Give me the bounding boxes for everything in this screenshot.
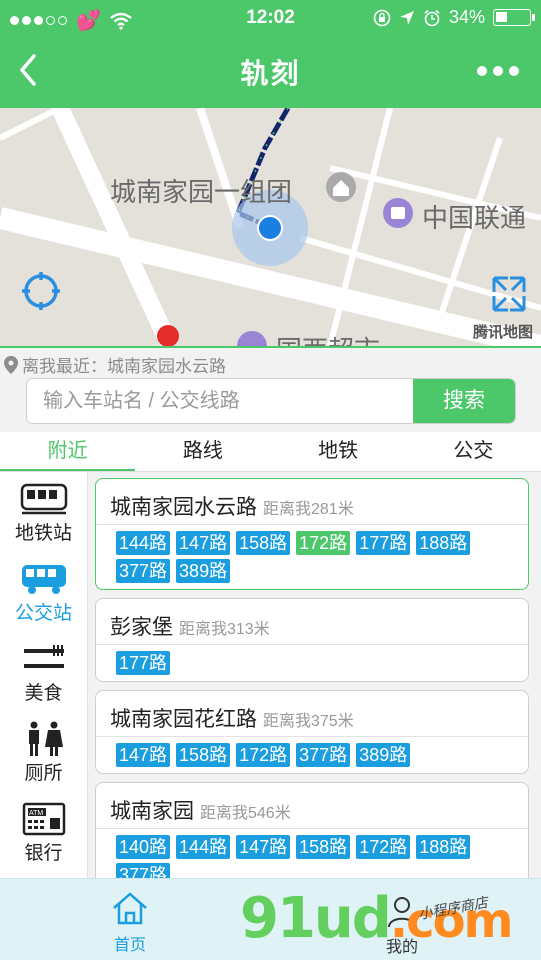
station-name: 彭家堡 (110, 616, 173, 639)
route-tags: 177路 (96, 645, 528, 681)
category-bus[interactable]: 公交站 (0, 552, 87, 632)
route-tag[interactable]: 188路 (416, 531, 471, 555)
route-tag[interactable]: 377路 (296, 743, 351, 767)
nav-bar: 轨刻 (0, 36, 541, 108)
route-tag[interactable]: 389路 (356, 743, 411, 767)
category-subway[interactable]: 地铁站 (0, 472, 87, 552)
route-tag-highlighted[interactable]: 172路 (296, 531, 351, 555)
route-tag[interactable]: 177路 (356, 531, 411, 555)
more-menu-icon[interactable] (477, 66, 519, 76)
search-button[interactable]: 搜索 (413, 379, 515, 423)
route-tag[interactable]: 377路 (116, 559, 171, 583)
station-card[interactable]: 城南家园 距离我546米 140路 144路 147路 158路 172路 188… (95, 782, 529, 878)
toilet-icon (28, 721, 63, 756)
bottom-tab-label: 首页 (113, 937, 146, 954)
home-icon (113, 892, 147, 925)
location-pin-icon (4, 355, 18, 374)
atm-icon: ATM (22, 802, 65, 836)
category-label: 银行 (24, 843, 63, 864)
route-tag[interactable]: 172路 (356, 835, 411, 859)
route-tag[interactable]: 188路 (416, 835, 471, 859)
fullscreen-icon[interactable] (490, 274, 528, 312)
search-input[interactable] (27, 379, 415, 423)
subway-icon (20, 483, 67, 515)
station-name: 城南家园水云路 (110, 496, 257, 519)
map-brand: 腾讯地图 (472, 324, 533, 341)
status-right: 34% (373, 7, 535, 28)
station-distance: 距离我281米 (263, 501, 354, 518)
battery-icon (493, 9, 535, 26)
locate-icon[interactable] (22, 272, 62, 312)
alarm-icon (424, 9, 440, 26)
route-tags: 140路 144路 147路 158路 172路 188路 377路 (96, 829, 528, 878)
battery-percent: 34% (448, 7, 485, 27)
map-label-supermarket: 国西超市 (276, 330, 380, 346)
location-arrow-icon (399, 10, 414, 25)
route-tag[interactable]: 177路 (116, 651, 171, 675)
category-label: 地铁站 (14, 523, 72, 544)
tab-routes[interactable]: 路线 (135, 432, 270, 471)
route-tags: 144路 147路 158路 172路 177路 188路 377路 389路 (96, 525, 528, 589)
route-tag[interactable]: 147路 (116, 743, 171, 767)
category-label: 美食 (24, 683, 63, 704)
tab-nearby[interactable]: 附近 (0, 432, 136, 471)
route-tag[interactable]: 158路 (236, 531, 291, 555)
svg-text:ATM: ATM (29, 810, 43, 817)
tab-subway[interactable]: 地铁 (271, 432, 406, 471)
status-bar: 💕 12:02 34% (0, 0, 541, 36)
route-tag[interactable]: 158路 (296, 835, 351, 859)
route-tag[interactable]: 147路 (176, 531, 231, 555)
search-box: 搜索 (26, 378, 516, 424)
food-icon (23, 645, 64, 668)
category-label: 公交站 (14, 603, 72, 624)
station-card[interactable]: 城南家园花红路 距离我375米 147路 158路 172路 377路 389路 (95, 690, 529, 774)
nearest-panel: 离我最近：城南家园水云路 搜索 (0, 346, 541, 432)
route-tags: 147路 158路 172路 377路 389路 (96, 737, 528, 773)
route-tag[interactable]: 377路 (116, 863, 171, 878)
route-tag[interactable]: 140路 (116, 835, 171, 859)
route-tag[interactable]: 144路 (176, 835, 231, 859)
route-tag[interactable]: 144路 (116, 531, 171, 555)
map-view[interactable]: 城南家园一组团 中国联通 国西超市 腾讯地图 (0, 108, 541, 346)
tab-bus[interactable]: 公交 (406, 432, 541, 471)
category-bank[interactable]: ATM 银行 (0, 792, 87, 872)
category-toilet[interactable]: 厕所 (0, 712, 87, 792)
bus-icon (21, 565, 66, 594)
nearest-text: 离我最近：城南家园水云路 (22, 357, 226, 376)
nearest-info: 离我最近：城南家园水云路 (4, 352, 226, 377)
map-label-unicom: 中国联通 (422, 203, 527, 233)
station-distance: 距离我375米 (263, 713, 354, 730)
route-tag[interactable]: 172路 (236, 743, 291, 767)
lock-rotation-icon (373, 9, 391, 26)
category-sidebar: 地铁站 公交站 美食 厕所 ATM 银行 (0, 472, 88, 878)
tab-bar: 附近 路线 地铁 公交 (0, 432, 541, 472)
station-name: 城南家园 (110, 800, 194, 823)
category-food[interactable]: 美食 (0, 632, 87, 712)
station-distance: 距离我546米 (200, 805, 291, 822)
station-card[interactable]: 城南家园水云路 距离我281米 144路 147路 158路 172路 177路 … (95, 478, 529, 590)
route-tag[interactable]: 389路 (176, 559, 231, 583)
route-tag[interactable]: 158路 (176, 743, 231, 767)
page-title: 轨刻 (240, 58, 301, 89)
category-label: 厕所 (24, 763, 63, 784)
map-label-community: 城南家园一组团 (110, 177, 293, 207)
station-name: 城南家园花红路 (110, 708, 257, 731)
top-bar: 💕 12:02 34% 轨刻 (0, 0, 541, 108)
route-tag[interactable]: 147路 (236, 835, 291, 859)
bottom-tab-home[interactable]: 首页 (110, 890, 150, 955)
station-distance: 距离我313米 (179, 621, 270, 638)
station-list[interactable]: 城南家园水云路 距离我281米 144路 147路 158路 172路 177路 … (88, 472, 541, 878)
station-card[interactable]: 彭家堡 距离我313米 177路 (95, 598, 529, 682)
